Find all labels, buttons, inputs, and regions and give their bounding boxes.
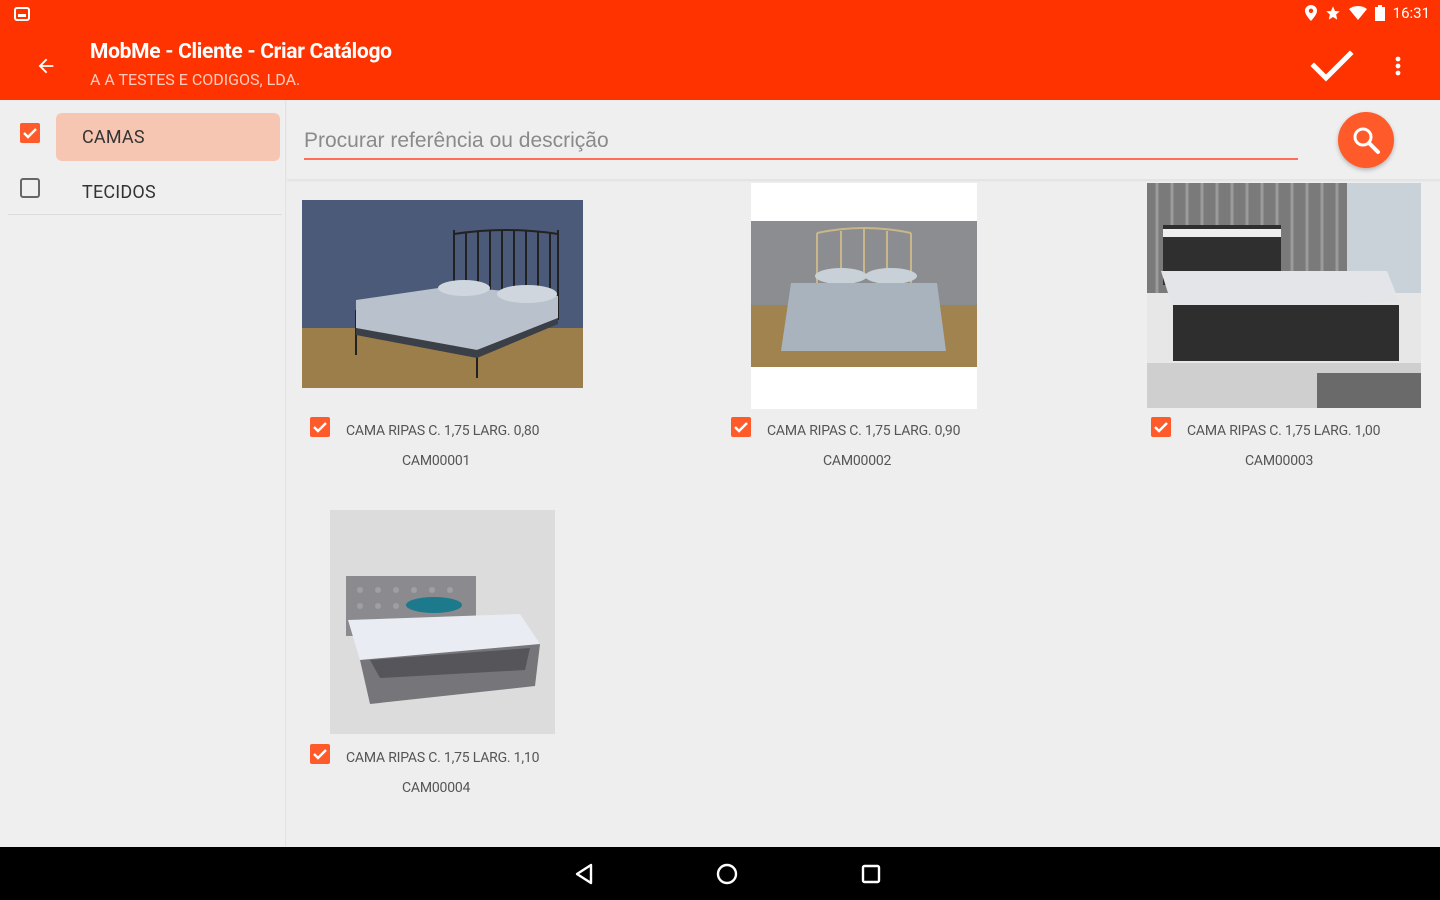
checkbox-checked-icon bbox=[1151, 417, 1171, 437]
category-checkbox-camas[interactable] bbox=[20, 123, 40, 143]
page-subtitle: A A TESTES E CODIGOS, LDA. bbox=[90, 70, 301, 89]
product-name: CAMA RIPAS C. 1,75 LARG. 0,80 bbox=[346, 423, 540, 439]
category-sidebar: CAMAS TECIDOS bbox=[0, 100, 286, 847]
circle-home-icon bbox=[716, 863, 738, 885]
product-code: CAM00003 bbox=[1245, 453, 1314, 469]
product-code: CAM00004 bbox=[402, 780, 471, 796]
product-name: CAMA RIPAS C. 1,75 LARG. 0,90 bbox=[767, 423, 961, 439]
product-name: CAMA RIPAS C. 1,75 LARG. 1,00 bbox=[1187, 423, 1381, 439]
system-nav-bar bbox=[0, 847, 1440, 900]
search-button[interactable] bbox=[1338, 112, 1394, 168]
nav-home-button[interactable] bbox=[712, 859, 742, 889]
nav-recents-button[interactable] bbox=[856, 859, 886, 889]
location-icon bbox=[1304, 5, 1317, 21]
checkbox-checked-icon bbox=[310, 744, 330, 764]
confirm-button[interactable] bbox=[1308, 42, 1356, 90]
product-checkbox[interactable] bbox=[310, 417, 330, 437]
search-bar bbox=[287, 100, 1440, 180]
product-image[interactable] bbox=[302, 183, 602, 409]
checkmark-icon bbox=[1310, 50, 1354, 82]
category-label-camas[interactable]: CAMAS bbox=[56, 113, 280, 161]
product-checkbox[interactable] bbox=[731, 417, 751, 437]
category-item-tecidos[interactable]: TECIDOS bbox=[8, 161, 282, 215]
category-label-tecidos[interactable]: TECIDOS bbox=[56, 168, 280, 216]
product-card-1[interactable]: CAMA RIPAS C. 1,75 LARG. 0,80 CAM00001 bbox=[302, 183, 602, 503]
nav-back-button[interactable] bbox=[569, 859, 599, 889]
status-time: 16:31 bbox=[1392, 4, 1430, 22]
product-card-2[interactable]: CAMA RIPAS C. 1,75 LARG. 0,90 CAM00002 bbox=[723, 183, 1023, 503]
square-recents-icon bbox=[861, 864, 881, 884]
category-checkbox-tecidos[interactable] bbox=[20, 177, 40, 198]
checkbox-unchecked-icon bbox=[20, 177, 40, 198]
product-card-4[interactable]: CAMA RIPAS C. 1,75 LARG. 1,10 CAM00004 bbox=[302, 510, 602, 830]
product-image[interactable] bbox=[723, 183, 1023, 409]
page-title: MobMe - Cliente - Criar Catálogo bbox=[90, 40, 392, 64]
product-code: CAM00002 bbox=[823, 453, 892, 469]
checkbox-checked-icon bbox=[20, 123, 40, 143]
arrow-back-icon bbox=[38, 58, 54, 74]
search-input[interactable] bbox=[304, 124, 1298, 160]
product-image[interactable] bbox=[1143, 183, 1440, 409]
triangle-back-icon bbox=[575, 863, 593, 885]
status-bar: 16:31 bbox=[0, 0, 1440, 28]
product-checkbox[interactable] bbox=[1151, 417, 1171, 437]
more-options-button[interactable] bbox=[1384, 46, 1412, 86]
wifi-icon bbox=[1348, 6, 1367, 20]
product-card-3[interactable]: CAMA RIPAS C. 1,75 LARG. 1,00 CAM00003 bbox=[1143, 183, 1440, 503]
back-button[interactable] bbox=[30, 50, 62, 82]
battery-icon bbox=[1374, 5, 1385, 21]
category-item-camas[interactable]: CAMAS bbox=[8, 106, 282, 161]
status-icons: 16:31 bbox=[1304, 4, 1430, 22]
checkbox-checked-icon bbox=[731, 417, 751, 437]
app-bar: 16:31 MobMe - Cliente - Criar Catálogo A… bbox=[0, 0, 1440, 100]
product-image[interactable] bbox=[302, 510, 602, 736]
star-icon bbox=[1325, 5, 1341, 21]
product-code: CAM00001 bbox=[402, 453, 471, 469]
product-name: CAMA RIPAS C. 1,75 LARG. 1,10 bbox=[346, 750, 540, 766]
search-icon bbox=[1353, 127, 1380, 154]
checkbox-checked-icon bbox=[310, 417, 330, 437]
screenshot-icon bbox=[14, 6, 30, 21]
more-vert-icon bbox=[1395, 56, 1401, 76]
product-checkbox[interactable] bbox=[310, 744, 330, 764]
